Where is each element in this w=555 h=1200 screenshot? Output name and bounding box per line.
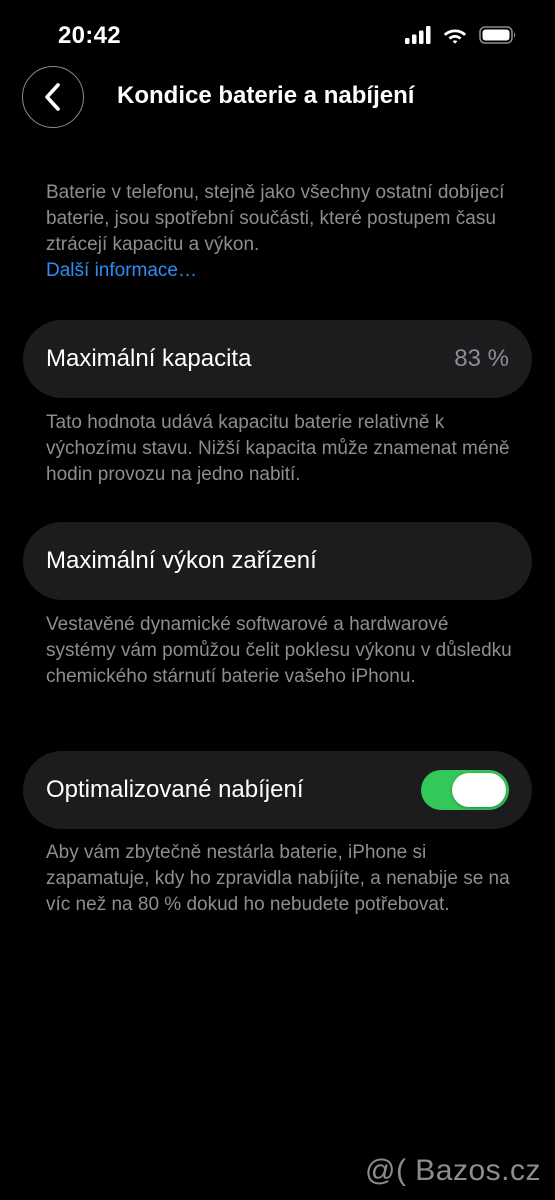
optimized-charging-row: Optimalizované nabíjení — [23, 751, 532, 829]
max-capacity-footnote: Tato hodnota udává kapacitu baterie rela… — [46, 412, 510, 485]
intro-description: Baterie v telefonu, stejně jako všechny … — [46, 180, 516, 284]
back-button[interactable] — [22, 66, 84, 128]
max-capacity-label: Maximální kapacita — [46, 345, 252, 372]
page-title: Kondice baterie a nabíjení — [117, 82, 415, 109]
max-capacity-row: Maximální kapacita 83 % — [23, 320, 532, 398]
toggle-knob — [452, 773, 506, 807]
battery-icon — [479, 26, 516, 44]
optimized-charging-label: Optimalizované nabíjení — [46, 776, 304, 803]
watermark: @( Bazos.cz — [365, 1154, 541, 1187]
peak-performance-row[interactable]: Maximální výkon zařízení — [23, 522, 532, 600]
peak-performance-footnote: Vestavěné dynamické softwarové a hardwar… — [46, 614, 512, 687]
status-time: 20:42 — [58, 22, 121, 49]
more-info-link[interactable]: Další informace… — [46, 258, 516, 284]
intro-text: Baterie v telefonu, stejně jako všechny … — [46, 182, 505, 255]
chevron-left-icon — [45, 83, 60, 111]
navigation-bar: Kondice baterie a nabíjení — [0, 66, 555, 130]
status-bar: 20:42 — [0, 0, 555, 70]
wifi-icon — [443, 29, 467, 44]
signal-icon — [405, 26, 431, 44]
max-capacity-value: 83 % — [454, 345, 509, 372]
optimized-charging-toggle[interactable] — [421, 770, 509, 810]
peak-performance-label: Maximální výkon zařízení — [46, 547, 317, 574]
status-icons — [405, 26, 517, 44]
optimized-charging-footnote: Aby vám zbytečně nestárla baterie, iPhon… — [46, 842, 510, 915]
